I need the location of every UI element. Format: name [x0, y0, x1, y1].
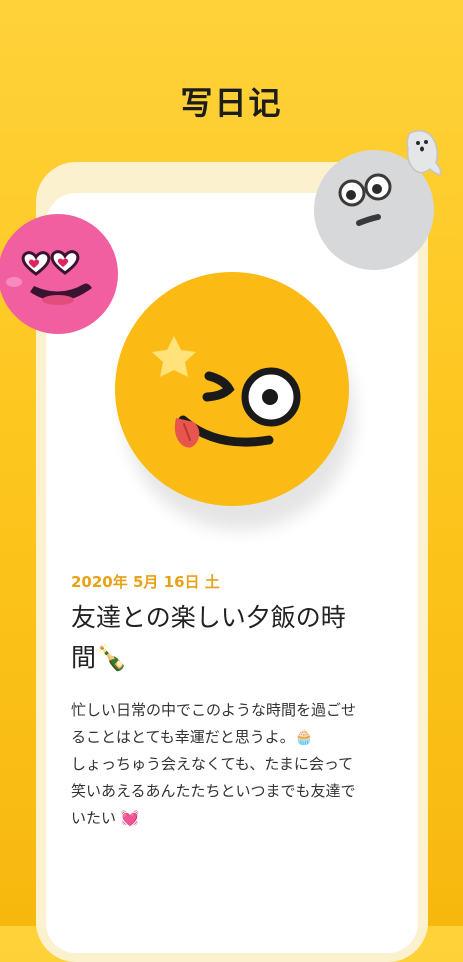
entry-title-line: 間🍾 — [71, 643, 128, 672]
entry-body-line: いたい 💓 — [71, 809, 140, 827]
entry-body: 忙しい日常の中でこのような時間を過ごせ ることはとても幸運だと思うよ。🧁 しょっ… — [71, 697, 401, 832]
entry-body-line: 笑いあえるあんたたちといつまでも友達で — [71, 782, 356, 800]
entry-body-line: しょっちゅう会えなくても、たまに会って — [71, 755, 354, 773]
surprised-eyes-face-icon[interactable] — [314, 115, 463, 295]
entry-title-line: 友達との楽しい夕飯の時 — [71, 603, 346, 632]
entry-title: 友達との楽しい夕飯の時 間🍾 — [71, 598, 391, 678]
entry-date: 2020年 5月 16日 土 — [71, 573, 220, 591]
entry-body-line: ることはとても幸運だと思うよ。🧁 — [71, 728, 314, 746]
heart-eyes-face-icon[interactable] — [0, 212, 120, 342]
winking-tongue-face-icon[interactable] — [112, 272, 352, 512]
ghost-icon — [406, 130, 442, 176]
entry-body-line: 忙しい日常の中でこのような時間を過ごせ — [71, 701, 357, 719]
